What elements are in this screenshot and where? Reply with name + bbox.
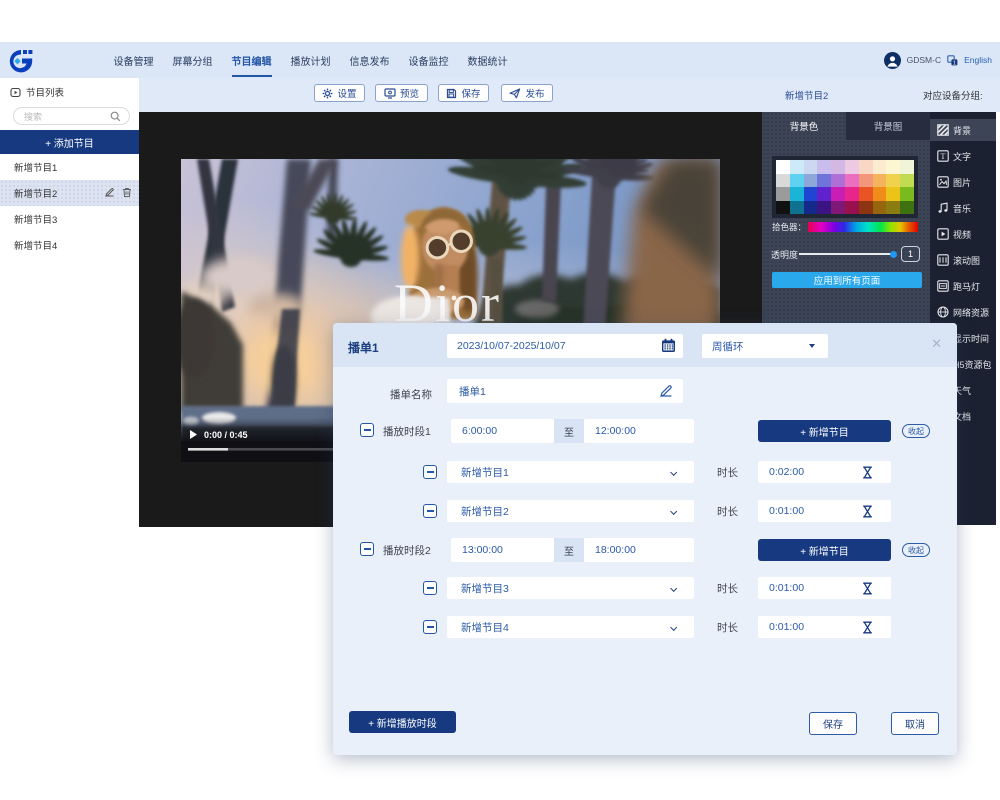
svg-text:0:00 / 0:45: 0:00 / 0:45: [204, 430, 248, 440]
svg-text:T: T: [941, 152, 946, 161]
svg-text:1: 1: [953, 60, 956, 66]
